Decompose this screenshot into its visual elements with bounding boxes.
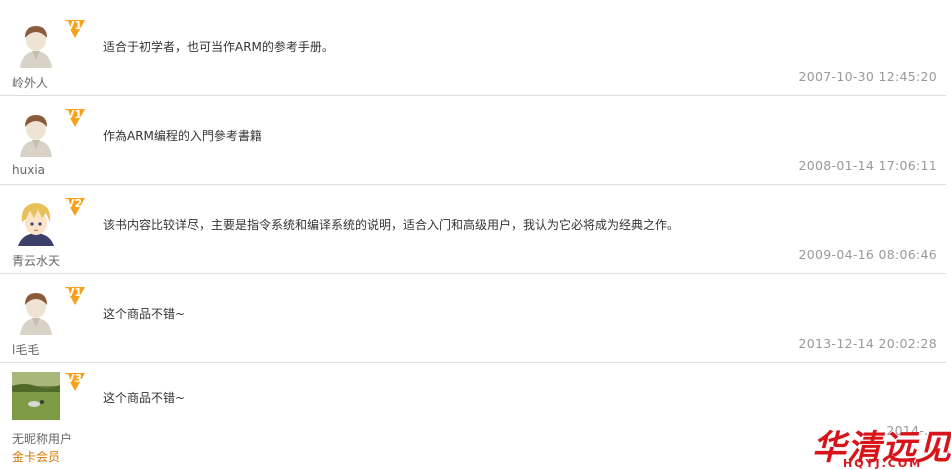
level-badge-icon: V1 [64,108,86,128]
review-time: 2007-10-30 12:45:20 [798,69,937,84]
level-text: V3 [66,372,83,385]
anime-avatar[interactable] [12,198,60,246]
default-avatar-icon[interactable] [12,287,60,335]
review-item: V3 无昵称用户 金卡会员 这个商品不错~ 2014-... [0,362,946,469]
default-avatar-icon[interactable] [12,20,60,68]
review-text: 作為ARM编程的入門參考書籍 [103,129,262,143]
landscape-photo-avatar[interactable] [12,372,60,420]
review-text: 这个商品不错~ [103,391,186,405]
reviewer-name[interactable]: 青云水天 [12,252,60,269]
level-badge-icon: V1 [64,19,86,39]
review-time: 2008-01-14 17:06:11 [798,158,937,173]
level-badge-icon: V1 [64,286,86,306]
watermark-subtitle: HQYJ.COM [843,457,923,470]
reviewer-name[interactable]: l毛毛 [12,341,39,358]
level-badge-icon: V2 [64,197,86,217]
review-item: V1 l毛毛 这个商品不错~ 2013-12-14 20:02:28 [0,273,946,363]
level-text: V1 [66,108,83,121]
level-text: V1 [66,286,83,299]
review-text: 适合于初学者，也可当作ARM的参考手册。 [103,40,334,54]
level-text: V2 [66,197,83,210]
reviewer-name[interactable]: huxia [12,163,45,177]
review-item: V1 huxia 作為ARM编程的入門參考書籍 2008-01-14 17:06… [0,95,946,185]
watermark-logo: 华清远见 HQYJ.COM [812,420,951,470]
review-item: V2 青云水天 该书内容比较详尽，主要是指令系统和编译系统的说明，适合入门和高级… [0,184,946,274]
review-text: 该书内容比较详尽，主要是指令系统和编译系统的说明，适合入门和高级用户，我认为它必… [103,218,680,232]
review-item: V1 岭外人 适合于初学者，也可当作ARM的参考手册。 2007-10-30 1… [0,6,946,96]
level-text: V1 [66,19,83,32]
level-badge-icon: V3 [64,372,86,392]
review-time: 2009-04-16 08:06:46 [798,247,937,262]
review-time: 2013-12-14 20:02:28 [798,336,937,351]
review-text: 这个商品不错~ [103,307,186,321]
default-avatar-icon[interactable] [12,109,60,157]
reviewer-name[interactable]: 岭外人 [12,74,48,91]
member-level-label: 金卡会员 [12,450,61,464]
reviewer-name[interactable]: 无昵称用户 [12,430,72,447]
